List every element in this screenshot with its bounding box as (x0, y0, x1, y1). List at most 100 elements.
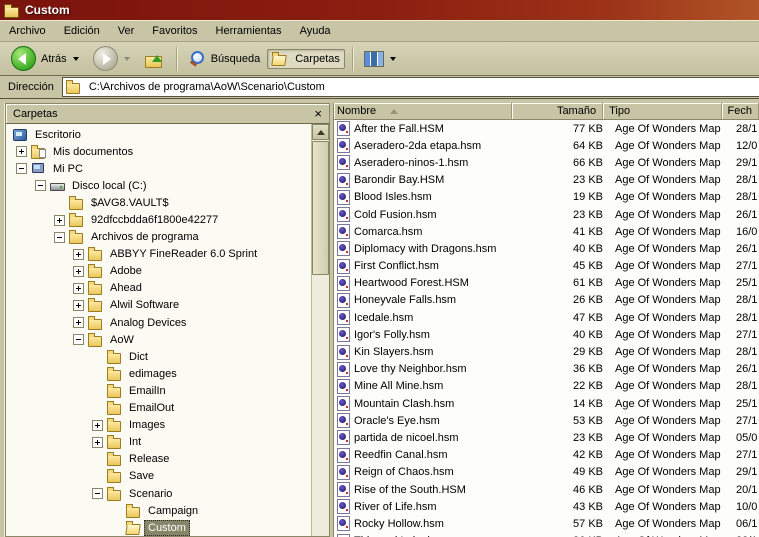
plus-expand-icon[interactable] (92, 419, 103, 431)
tree-item[interactable]: Release (6, 451, 311, 468)
plus-expand-icon[interactable] (73, 282, 84, 294)
file-row[interactable]: Mountain Clash.hsm 14 KB Age Of Wonders Ma… (334, 395, 759, 412)
column-header-0[interactable]: Nombre (334, 103, 512, 120)
tree-item-label[interactable]: Int (125, 434, 145, 450)
file-row[interactable]: partida de nicoel.hsm 23 KB Age Of Wonders… (334, 429, 759, 446)
file-row[interactable]: Honeyvale Falls.hsm 26 KB Age Of Wonders M… (334, 292, 759, 309)
file-row[interactable]: Aseradero-2da etapa.hsm 64 KB Age Of Wonde… (334, 137, 759, 154)
menu-item-4[interactable]: Herramientas (207, 23, 291, 39)
tree-item-label[interactable]: Release (125, 451, 173, 467)
tree-item[interactable]: Mi PC (6, 160, 311, 177)
file-row[interactable]: After the Fall.HSM 77 KB Age Of Wonders Ma… (334, 120, 759, 137)
close-panel-icon[interactable]: × (314, 107, 322, 120)
file-name[interactable]: Igor's Folly.hsm (354, 329, 430, 341)
file-row[interactable]: Barondir Bay.HSM 23 KB Age Of Wonders Map 2… (334, 172, 759, 189)
tree-item[interactable]: Save (6, 468, 311, 485)
tree-item[interactable]: EmailOut (6, 400, 311, 417)
tree-item[interactable]: Scenario (6, 485, 311, 502)
views-button[interactable] (359, 48, 403, 70)
file-name[interactable]: First Conflict.hsm (354, 260, 439, 272)
file-name[interactable]: Reedfin Canal.hsm (354, 449, 448, 461)
file-row[interactable]: Heartwood Forest.HSM 61 KB Age Of Wonders … (334, 275, 759, 292)
file-row[interactable]: Igor's Folly.hsm 40 KB Age Of Wonders Map 2… (334, 326, 759, 343)
tree-item-label[interactable]: 92dfccbdda6f1800e42277 (87, 212, 222, 228)
file-row[interactable]: Reign of Chaos.hsm 49 KB Age Of Wonders Ma… (334, 464, 759, 481)
scroll-up-button[interactable] (312, 124, 329, 140)
back-button[interactable]: Atrás (6, 43, 86, 74)
plus-expand-icon[interactable] (73, 299, 84, 311)
file-name[interactable]: partida de nicoel.hsm (354, 432, 459, 444)
file-name[interactable]: River of Life.hsm (354, 501, 437, 513)
tree-item[interactable]: Custom (6, 519, 311, 536)
file-row[interactable]: First Conflict.hsm 45 KB Age Of Wonders Ma… (334, 258, 759, 275)
views-dropdown-icon[interactable] (389, 56, 396, 64)
plus-expand-icon[interactable] (92, 436, 103, 448)
tree-item[interactable]: Campaign (6, 502, 311, 519)
file-name[interactable]: Reign of Chaos.hsm (354, 466, 454, 478)
file-name[interactable]: Icedale.hsm (354, 312, 413, 324)
menu-item-2[interactable]: Ver (109, 23, 144, 39)
tree-item[interactable]: Dict (6, 348, 311, 365)
plus-expand-icon[interactable] (73, 248, 84, 260)
minus-expand-icon[interactable] (16, 163, 27, 175)
plus-expand-icon[interactable] (73, 265, 84, 277)
file-name[interactable]: Mine All Mine.hsm (354, 380, 443, 392)
file-row[interactable]: Comarca.hsm 41 KB Age Of Wonders Map 16/0 (334, 223, 759, 240)
tree-item[interactable]: edimages (6, 365, 311, 382)
file-name[interactable]: After the Fall.HSM (354, 123, 444, 135)
column-header-2[interactable]: Tipo (603, 103, 722, 120)
plus-expand-icon[interactable] (54, 214, 65, 226)
menu-item-3[interactable]: Favoritos (143, 23, 206, 39)
tree-item-label[interactable]: Disco local (C:) (68, 178, 151, 194)
tree-item-label[interactable]: Ahead (106, 280, 146, 296)
tree-item[interactable]: AoW (6, 331, 311, 348)
tree-item-label[interactable]: Adobe (106, 263, 146, 279)
up-button[interactable] (139, 47, 169, 71)
file-row[interactable]: Rocky Hollow.hsm 57 KB Age Of Wonders Map 0… (334, 515, 759, 532)
file-name[interactable]: Comarca.hsm (354, 226, 422, 238)
tree-item[interactable]: $AVG8.VAULT$ (6, 194, 311, 211)
tree-item[interactable]: Mis documentos (6, 143, 311, 160)
tree-item-label[interactable]: Custom (144, 519, 190, 536)
tree-item[interactable]: Alwil Software (6, 297, 311, 314)
tree-item-label[interactable]: Escritorio (31, 127, 85, 143)
file-row[interactable]: Blood Isles.hsm 19 KB Age Of Wonders Map 28… (334, 189, 759, 206)
file-name[interactable]: Barondir Bay.HSM (354, 174, 444, 186)
tree-item-label[interactable]: edimages (125, 366, 181, 382)
menu-item-0[interactable]: Archivo (0, 23, 55, 39)
tree-item[interactable]: ABBYY FineReader 6.0 Sprint (6, 246, 311, 263)
file-name[interactable]: Mountain Clash.hsm (354, 398, 454, 410)
tree-item-label[interactable]: AoW (106, 332, 138, 348)
tree-item-label[interactable]: $AVG8.VAULT$ (87, 195, 173, 211)
forward-dropdown-icon[interactable] (123, 56, 130, 64)
tree-item-label[interactable]: Campaign (144, 503, 202, 519)
tree-scrollbar[interactable] (311, 124, 329, 536)
tree-item-label[interactable]: Dict (125, 349, 152, 365)
tree-item-label[interactable]: Images (125, 417, 169, 433)
tree-item[interactable]: Adobe (6, 263, 311, 280)
file-row[interactable]: Cold Fusion.hsm 23 KB Age Of Wonders Map 26… (334, 206, 759, 223)
minus-expand-icon[interactable] (92, 488, 103, 500)
file-name[interactable]: Cold Fusion.hsm (354, 209, 437, 221)
tree-item-label[interactable]: EmailIn (125, 383, 170, 399)
file-name[interactable]: Aseradero-2da etapa.hsm (354, 140, 481, 152)
file-row[interactable]: Oracle's Eye.hsm 53 KB Age Of Wonders Map 2… (334, 412, 759, 429)
tree-item[interactable]: EmailIn (6, 382, 311, 399)
file-name[interactable]: Heartwood Forest.HSM (354, 277, 469, 289)
file-name[interactable]: Diplomacy with Dragons.hsm (354, 243, 496, 255)
column-header-1[interactable]: Tamaño (511, 103, 604, 120)
tree-item[interactable]: Images (6, 417, 311, 434)
file-name[interactable]: Aseradero-ninos-1.hsm (354, 157, 468, 169)
plus-expand-icon[interactable] (73, 317, 84, 329)
tree-item-label[interactable]: Mis documentos (49, 144, 137, 160)
tree-item-label[interactable]: ABBYY FineReader 6.0 Sprint (106, 246, 261, 262)
file-row[interactable]: Icedale.hsm 47 KB Age Of Wonders Map 28/1 (334, 309, 759, 326)
tree-item-label[interactable]: Save (125, 468, 158, 484)
file-name[interactable]: Oracle's Eye.hsm (354, 415, 440, 427)
file-row[interactable]: Thinreed Lake.hsm36 KBAge Of Wonders Map… (334, 533, 759, 537)
file-name[interactable]: Rise of the South.HSM (354, 484, 466, 496)
tree-item[interactable]: Analog Devices (6, 314, 311, 331)
file-row[interactable]: Aseradero-ninos-1.hsm 66 KB Age Of Wonders… (334, 154, 759, 171)
tree-item[interactable]: Escritorio (6, 126, 311, 143)
file-row[interactable]: Love thy Neighbor.hsm 36 KB Age Of Wonders… (334, 361, 759, 378)
